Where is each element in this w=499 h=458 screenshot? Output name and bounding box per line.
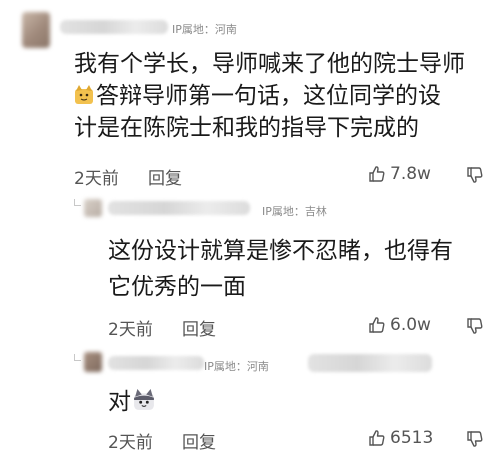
comment-2: IP属地：吉林 这份设计就算是惨不忍睹，也得有 它优秀的一面 2天前 回复 6.… [0,195,499,350]
username-blurred[interactable] [108,201,250,215]
reply-button[interactable]: 回复 [182,315,216,340]
comment-line: 这份设计就算是惨不忍睹，也得有 [108,238,453,264]
comment-line: 答辩导师第一句话，这位同学的设 [96,83,441,109]
like-button[interactable]: 7.8w [368,164,431,184]
ip-location: IP属地：吉林 [262,205,327,218]
ip-location: IP属地：河南 [172,23,237,36]
thumbs-up-icon [369,317,385,333]
avatar[interactable] [22,12,50,48]
thumbs-down-icon[interactable] [466,166,484,184]
avatar[interactable] [84,352,102,372]
comment-text: 这份设计就算是惨不忍睹，也得有 它优秀的一面 [108,235,453,303]
comment-text: 我有个学长，导师喊来了他的院士导师 答辩导师第一句话，这位同学的设 计是在陈院士… [74,48,465,144]
timestamp: 2天前 [108,320,153,340]
like-button[interactable]: 6513 [368,428,433,448]
avatar[interactable] [84,199,102,217]
comment-line: 计是在陈院士和我的指导下完成的 [74,115,419,141]
comment-3: IP属地：河南 对 2天前 回复 6513 [0,350,499,458]
cat-emoji-icon [134,389,154,410]
comment-line: 我有个学长，导师喊来了他的院士导师 [74,51,465,77]
thumbs-down-icon[interactable] [466,430,484,448]
username-blurred[interactable] [108,356,204,370]
thumbs-up-icon [369,166,385,182]
comment-line-with-emoji: 答辩导师第一句话，这位同学的设 [74,80,465,112]
username-blurred[interactable] [60,20,168,34]
comment-1: IP属地：河南 我有个学长，导师喊来了他的院士导师 答辩导师第一句话，这位同学的… [0,0,499,195]
thumbs-down-icon[interactable] [466,317,484,335]
like-count: 7.8w [390,164,431,184]
reply-button[interactable]: 回复 [182,428,216,453]
comment-line: 对 [108,389,131,415]
reply-indicator-icon [74,199,81,206]
comment-text: 对 [108,386,157,418]
ip-location: IP属地：河南 [204,360,269,373]
like-count: 6.0w [390,315,431,335]
thumbs-up-icon [369,430,385,446]
reply-button[interactable]: 回复 [148,164,182,189]
reply-indicator-icon [74,354,81,361]
timestamp: 2天前 [108,433,153,453]
reply-target-blurred[interactable] [308,354,432,372]
cat-emoji-icon [75,85,93,104]
timestamp: 2天前 [74,169,119,189]
like-button[interactable]: 6.0w [368,315,431,335]
like-count: 6513 [390,428,434,448]
comment-line: 它优秀的一面 [108,274,246,300]
